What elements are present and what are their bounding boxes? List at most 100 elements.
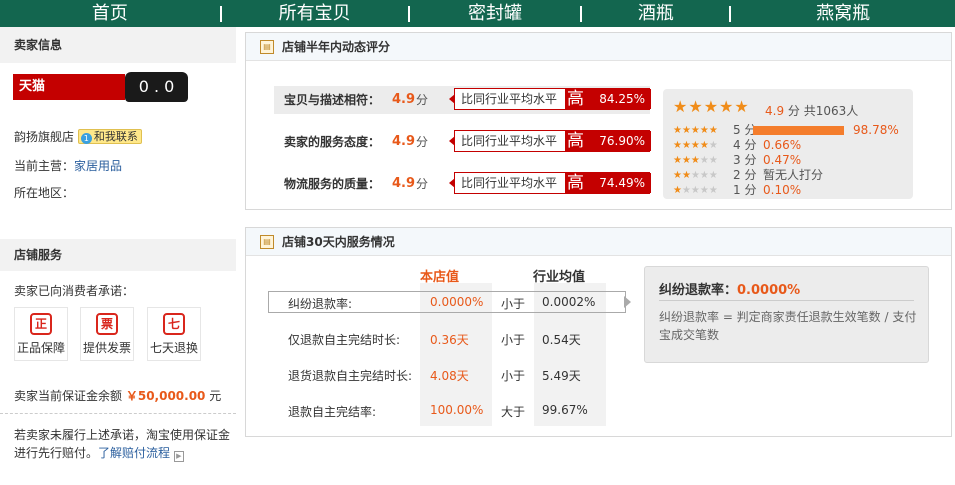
compensation-note: 若卖家未履行上述承诺，淘宝使用保证金进行先行赔付。了解赔付流程 ▶ <box>14 426 234 462</box>
compare-high-tag: 高 84.25% <box>565 89 651 109</box>
explanation-divider <box>659 300 914 301</box>
rating-panel: ▤ 店铺半年内动态评分 宝贝与描述相符： 4.9 分 比同行业平均水平 高 84.… <box>245 32 952 210</box>
distribution-total: 4.9 分 共1063人 <box>765 102 858 119</box>
service-panel-title: ▤ 店铺30天内服务情况 <box>246 228 951 256</box>
badge-label: 七天退换 <box>149 341 198 355</box>
service-row-label[interactable]: 退款自主完结率: <box>288 403 376 420</box>
rating-panel-title-text: 店铺半年内动态评分 <box>282 40 391 54</box>
service-row-store: 4.08天 <box>430 369 469 383</box>
service-row-label[interactable]: 仅退款自主完结时长: <box>288 331 400 348</box>
compare-level: 高 <box>567 173 584 193</box>
play-arrow-icon[interactable]: ▶ <box>173 451 184 462</box>
compare-text: 比同行业平均水平 <box>461 92 558 106</box>
service-row-compare: 小于 <box>501 297 526 311</box>
badge-genuine[interactable]: 正 正品保障 <box>14 307 68 361</box>
chat-icon: 1 <box>80 133 92 144</box>
distribution-percent: 0.66% <box>763 138 802 152</box>
compare-pointer <box>449 136 455 146</box>
distribution-percent: 0.47% <box>763 153 802 167</box>
main-business-line: 当前主营：家居用品 <box>14 157 122 174</box>
service-row-compare: 小于 <box>501 333 526 347</box>
compare-percent: 74.49% <box>599 176 645 190</box>
explanation-title-label: 纠纷退款率： <box>659 283 738 298</box>
service-row-label[interactable]: 退货退款自主完结时长: <box>288 367 412 384</box>
rating-score: 4.9 <box>392 134 416 149</box>
distribution-count: 分 共1063人 <box>787 104 859 118</box>
distribution-bar <box>753 126 844 135</box>
distribution-percent: 0.10% <box>763 183 802 197</box>
compare-text: 比同行业平均水平 <box>461 176 558 190</box>
service-row-compare: 大于 <box>501 405 526 419</box>
deposit-unit: 元 <box>209 389 222 403</box>
rating-label: 卖家的服务态度： <box>284 135 381 149</box>
explanation-value: 0.0000% <box>737 283 801 298</box>
panel-icon: ▤ <box>260 235 274 249</box>
nav-item-home[interactable]: 首页 <box>0 0 220 27</box>
store-value-header: 本店值 <box>420 270 460 285</box>
badge-seven-day-return[interactable]: 七 七天退换 <box>147 307 201 361</box>
service-row-industry: 0.54天 <box>542 333 581 347</box>
compare-high-tag: 高 74.49% <box>565 173 651 193</box>
star-icon: ★★★★★ <box>673 140 718 151</box>
rating-label: 物流服务的质量： <box>284 177 381 191</box>
distribution-score: 4.9 <box>765 104 785 118</box>
score-distribution: ★★★★★ 4.9 分 共1063人 ★★★★★ 5 分 98.78% ★★★★… <box>663 89 913 199</box>
shop-name-line: 韵扬旗舰店 1 和我联系 <box>14 128 142 145</box>
rating-unit: 分 <box>416 135 429 149</box>
service-row-industry: 5.49天 <box>542 369 581 383</box>
nav-item-sealed-jar[interactable]: 密封罐 <box>410 0 581 27</box>
compare-level: 高 <box>567 131 584 151</box>
badge-label: 正品保障 <box>16 341 65 355</box>
divider <box>0 413 236 414</box>
distribution-label: 4 分 <box>733 138 757 152</box>
compare-percent: 84.25% <box>599 92 645 106</box>
region-line: 所在地区： <box>14 186 75 200</box>
compare-box-logistics: 比同行业平均水平 高 74.49% <box>449 172 651 194</box>
tmall-logo[interactable]: 天猫 TMALL.COM 0 . 0 <box>13 72 188 120</box>
main-business-link[interactable]: 家居用品 <box>74 159 122 173</box>
service-row-store: 100.00% <box>430 403 484 417</box>
deposit-line: 卖家当前保证金余额 ￥50,000.00 元 <box>14 387 221 404</box>
compare-pointer <box>449 178 455 188</box>
contact-button[interactable]: 1 和我联系 <box>77 129 142 144</box>
distribution-percent: 98.78% <box>853 123 899 137</box>
nav-item-birdnest-bottle[interactable]: 燕窝瓶 <box>731 0 955 27</box>
compare-box-description: 比同行业平均水平 高 84.25% <box>449 88 651 110</box>
promise-label: 卖家已向消费者承诺： <box>14 284 135 298</box>
seven-day-icon: 七 <box>163 313 185 335</box>
distribution-percent: 暂无人打分 <box>763 168 824 182</box>
rating-score: 4.9 <box>392 92 416 107</box>
explanation-title: 纠纷退款率：0.0000% <box>659 279 800 298</box>
seller-info-heading: 卖家信息 <box>0 27 236 63</box>
service-row-store: 0.36天 <box>430 333 469 347</box>
genuine-icon: 正 <box>30 313 52 335</box>
rating-score: 4.9 <box>392 176 416 191</box>
service-row-industry: 0.0002% <box>542 295 596 309</box>
star-icon: ★★★★★ <box>673 185 718 196</box>
shop-service-heading: 店铺服务 <box>0 239 236 271</box>
deposit-label: 卖家当前保证金余额 <box>14 389 123 403</box>
service-panel-title-text: 店铺30天内服务情况 <box>282 235 395 249</box>
nav-item-wine-bottle[interactable]: 酒瓶 <box>582 0 729 27</box>
invoice-icon: 票 <box>96 313 118 335</box>
distribution-label: 2 分 <box>733 168 757 182</box>
tmall-logo-text: 天猫 TMALL.COM <box>13 74 125 120</box>
compensation-process-link[interactable]: 了解赔付流程 <box>98 446 170 460</box>
shop-name[interactable]: 韵扬旗舰店 <box>14 130 74 144</box>
star-rating-icon: ★★★★★ <box>673 97 750 116</box>
badge-label: 提供发票 <box>82 341 131 355</box>
distribution-label: 1 分 <box>733 183 757 197</box>
badge-invoice[interactable]: 票 提供发票 <box>80 307 134 361</box>
rating-unit: 分 <box>416 177 429 191</box>
nav-item-all-products[interactable]: 所有宝贝 <box>222 0 408 27</box>
service-row-label[interactable]: 纠纷退款率: <box>288 295 352 312</box>
rating-panel-title: ▤ 店铺半年内动态评分 <box>246 33 951 61</box>
top-nav: 首页 所有宝贝 密封罐 酒瓶 燕窝瓶 <box>0 0 955 27</box>
row-pointer-arrow <box>624 296 631 308</box>
compare-box-service: 比同行业平均水平 高 76.90% <box>449 130 651 152</box>
service-panel: ▤ 店铺30天内服务情况 本店值 行业均值 纠纷退款率: 0.0000% 小于 … <box>245 227 952 437</box>
service-row-store: 0.0000% <box>430 295 484 309</box>
compare-high-tag: 高 76.90% <box>565 131 651 151</box>
industry-value-header: 行业均值 <box>533 270 586 285</box>
rating-label: 宝贝与描述相符： <box>284 93 381 107</box>
